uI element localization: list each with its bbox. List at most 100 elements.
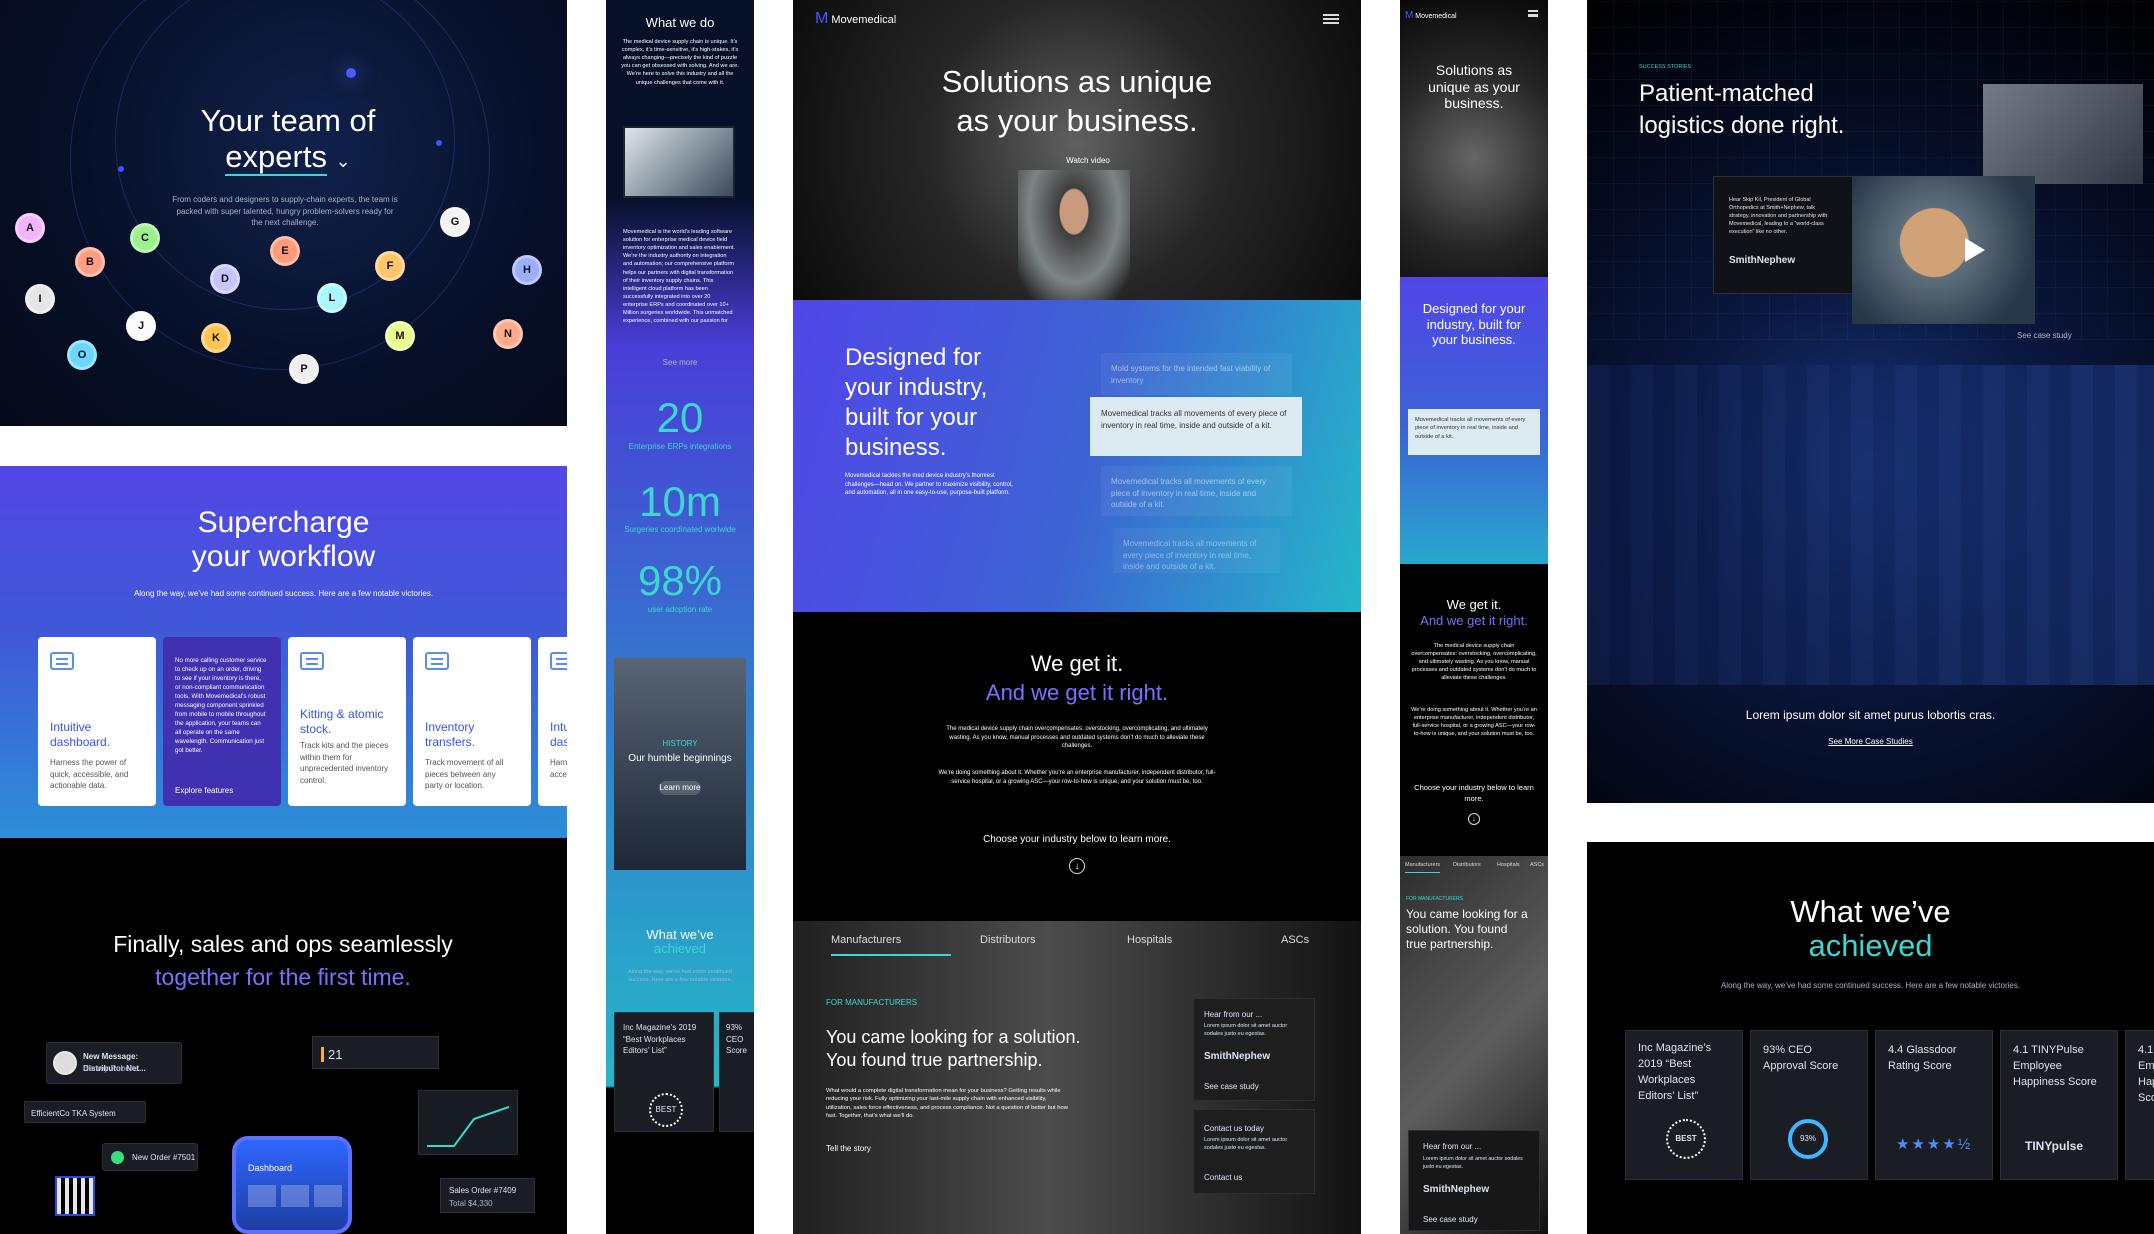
success-stories-panel: SUCCESS STORIES Patient-matched logistic… [1587,0,2154,803]
case-card[interactable]: Hear from our ... Lorem ipsum dolor sit … [1193,998,1315,1101]
designed-title: Designed for your industry, built for yo… [845,343,1045,463]
learn-more-button[interactable]: Learn more [659,781,701,795]
tab-manufacturers[interactable]: Manufacturers [831,934,951,956]
calendar-card: 21 [312,1036,439,1069]
case-card[interactable]: Hear from our ... Lorem ipsum dolor sit … [1408,1130,1540,1231]
case-link[interactable]: See case study [1204,1081,1259,1093]
feature-card[interactable]: Intuitive dashboard. Harness the power o… [38,637,156,806]
case-body: Lorem ipsum dolor sit amet auctor sodale… [1423,1156,1523,1170]
achieved-title: What we’ve achieved [1587,894,2154,963]
we-get-body: We’re doing something about it. Whether … [1411,707,1537,738]
arrow-down-icon[interactable]: ↓ [1468,813,1480,825]
case-link[interactable]: See case study [1423,1214,1478,1226]
award-title: 4.4 Glassdoor Rating Score [1888,1044,1957,1072]
testimonial-video[interactable] [1852,176,2035,324]
designed-section: Designed for your industry, built for yo… [793,300,1361,612]
stat-value: 20 [656,394,704,441]
industry-tag: FOR MANUFACTURERS [1406,896,1463,902]
panel-title: Your team of experts ⌄ [150,103,426,176]
contact-card[interactable]: Contact us today Lorem ipsum dolor sit a… [1193,1109,1315,1194]
tab-manufacturers[interactable]: Manufacturers [1405,862,1441,873]
title-line: industry, built for [1426,316,1522,332]
stack-card[interactable]: Movemedical tracks all movements of ever… [1101,466,1292,516]
feature-card[interactable]: Inventory transfers. Track movement of a… [413,637,531,806]
see-more-case-studies[interactable]: See More Case Studies [1587,736,2154,748]
tell-story-link[interactable]: Tell the story [826,1143,871,1155]
award-card-partial: 4.1 T Emp Hap Sco [2125,1030,2154,1180]
contact-link[interactable]: Contact us [1204,1172,1242,1184]
avatar: G [440,207,470,237]
tab-ascs[interactable]: ASCs [1530,862,1544,868]
title-line: You found true partnership. [826,1050,1043,1071]
award-title: 4.1 T Emp Hap Sco [2138,1044,2154,1104]
title-line: logistics done right. [1639,111,1845,139]
watch-video-button[interactable]: Watch video [1053,155,1123,167]
section-heading: What we do [645,15,715,30]
tab-distributors[interactable]: Distributors [1453,862,1481,868]
choose-industry-text: Choose your industry below to learn more… [1414,783,1534,803]
feature-card[interactable]: Kitting & atomic stock. Track kits and t… [288,637,406,806]
sales-order-title: Sales Order #7409 [449,1186,517,1195]
designed-title: Designed for your industry, built for yo… [1400,301,1548,348]
qr-code-icon [55,1176,95,1216]
stack-card-active[interactable]: Movemedical tracks all movements of ever… [1090,397,1302,456]
case-heading: Hear from our ... [1423,1142,1482,1151]
tab-hospitals[interactable]: Hospitals [1127,934,1172,946]
title-line: Your team of [200,103,376,138]
achieved-body: Along the way, we’ve had some continued … [627,969,733,984]
mobile-solutions-panel: M Movemedical Solutions as unique as you… [1400,0,1548,1234]
mobile-what-we-do-panel: What we do The medical device supply cha… [606,0,754,1234]
avatar: O [67,340,97,370]
title-line: business. [1444,95,1504,112]
arrow-down-icon[interactable]: ↓ [1069,858,1085,874]
play-icon[interactable] [1965,238,1985,262]
we-get-card [828,612,1326,652]
award-card: 4.4 Glassdoor Rating Score ★★★★½ [1875,1030,1993,1180]
sales-order-card[interactable]: Sales Order #7409 Total $4,330 [440,1178,535,1213]
stack-card[interactable]: Movemedical tracks all movements of ever… [1113,528,1280,573]
testimonial-card[interactable]: Hear Skip Kil, President of Global Ortho… [1713,176,1855,294]
title-line: Patient-matched [1639,80,1814,107]
company-name: SmithNephew [1204,1051,1271,1062]
chevron-down-icon[interactable]: ⌄ [336,151,351,171]
brand-logo[interactable]: M Movemedical [815,10,896,28]
stat-value: 98% [637,557,723,604]
sales-total: Total $4,330 [449,1199,493,1208]
contact-body: Lorem ipsum dolor sit amet auctor sodale… [1204,1137,1288,1151]
hamburger-menu-icon[interactable] [1528,10,1538,17]
card-link[interactable]: Explore features [175,785,233,797]
hamburger-menu-icon[interactable] [1323,14,1339,24]
ceo-score-card: 93% CEO Score [719,1012,754,1132]
stack-card-active[interactable]: Movemedical tracks all movements of ever… [1408,409,1540,455]
avatar: N [493,319,523,349]
case-study-link[interactable]: See case study [2017,330,2072,342]
industry-tag: FOR MANUFACTURERS [826,998,918,1007]
panel-title: Finally, sales and ops seamlessly togeth… [38,928,528,995]
brand-logo[interactable]: M Movemedical [1405,10,1457,21]
title-line-accent: together for the first time. [155,964,411,991]
tab-hospitals[interactable]: Hospitals [1497,862,1520,868]
title-line: as your business. [956,102,1198,138]
card-body: Harness the power of quick, accessible, … [50,758,129,791]
dashboard-tile [281,1185,309,1207]
history-card[interactable]: HISTORY Our humble beginnings Learn more [614,658,746,870]
designed-body: Movemedical tackles the med device indus… [845,473,1013,497]
quote-text: Hear Skip Kil, President of Global Ortho… [1729,197,1828,235]
title-line: What we’ve [646,927,714,942]
new-order-card[interactable]: New Order #7501 [102,1143,198,1171]
card-body: No more calling customer service to chec… [175,657,267,754]
stack-card[interactable]: Mold systems for the intended fast viabi… [1101,353,1292,395]
feature-card-active[interactable]: No more calling customer service to chec… [163,637,281,806]
see-more-link[interactable]: See more [606,358,754,367]
feature-card-partial[interactable]: Intu das Harn acce [538,637,567,806]
tab-distributors[interactable]: Distributors [980,934,1036,946]
message-card[interactable]: New Message: Distributor Net... Harvey R… [46,1042,182,1084]
title-line: Solutions as unique [941,64,1213,99]
logo-icon: M [815,10,829,27]
solution-body: What would a complete digital transforma… [826,1088,1068,1120]
avatar: I [25,284,55,314]
avatar: J [126,311,156,341]
choose-industry-text: Choose your industry below to learn more… [983,834,1171,845]
system-text: EfficientCo TKA System [31,1109,116,1118]
tab-ascs[interactable]: ASCs [1281,934,1309,946]
